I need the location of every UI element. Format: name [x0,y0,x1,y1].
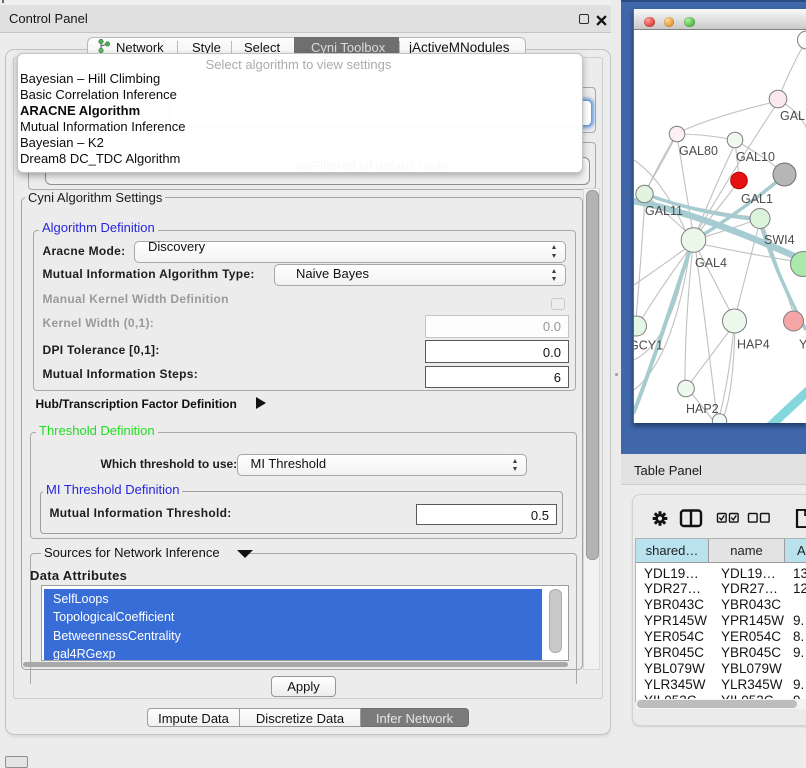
svg-text:GAL1: GAL1 [741,192,773,206]
svg-text:GAL10: GAL10 [736,150,775,164]
svg-text:Y: Y [799,338,806,352]
svg-text:GAL: GAL [780,109,805,123]
svg-text:HAP4: HAP4 [737,338,770,352]
svg-text:GAL11: GAL11 [645,204,683,218]
svg-text:GAL80: GAL80 [679,144,718,158]
svg-text:GCY1: GCY1 [634,339,663,353]
svg-text:HAP2: HAP2 [686,402,719,416]
svg-text:GAL4: GAL4 [695,256,727,270]
svg-text:SWI4: SWI4 [764,233,795,247]
